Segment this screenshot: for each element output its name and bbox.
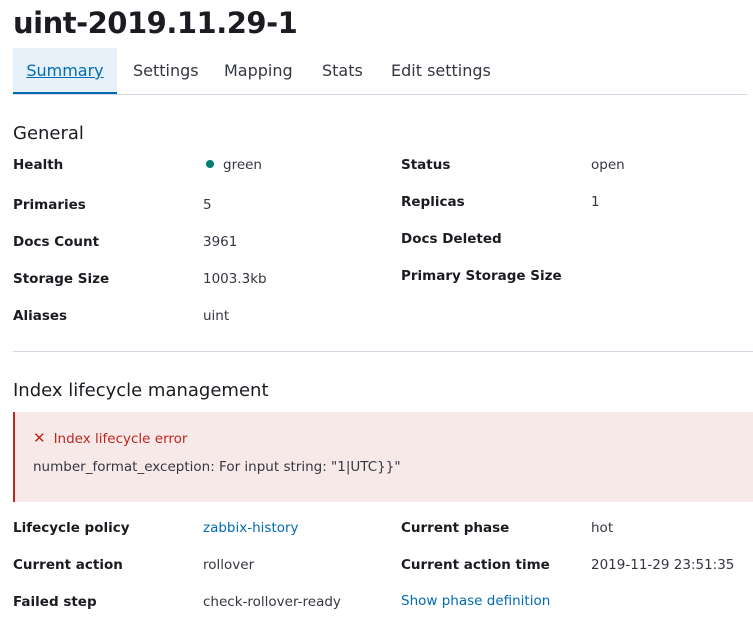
replicas-label: Replicas	[401, 194, 465, 210]
docs-count-value: 3961	[203, 234, 238, 250]
storage-size-label: Storage Size	[13, 271, 110, 287]
current-phase-label: Current phase	[401, 520, 510, 536]
failed-step-label: Failed step	[13, 594, 97, 610]
aliases-label: Aliases	[13, 308, 68, 324]
tab-stats[interactable]: Stats	[322, 48, 363, 94]
lifecycle-policy-link[interactable]: zabbix-history	[203, 520, 299, 536]
replicas-value: 1	[591, 194, 600, 210]
storage-size-value: 1003.3kb	[203, 271, 267, 287]
status-value: open	[591, 157, 625, 173]
failed-step-value: check-rollover-ready	[203, 594, 341, 610]
tab-settings[interactable]: Settings	[133, 48, 199, 94]
docs-count-label: Docs Count	[13, 234, 100, 250]
primary-storage-size-label: Primary Storage Size	[401, 268, 562, 284]
current-action-time-label: Current action time	[401, 557, 550, 573]
lifecycle-policy-label: Lifecycle policy	[13, 520, 130, 536]
primaries-value: 5	[203, 197, 212, 213]
current-phase-value: hot	[591, 520, 614, 536]
tab-summary[interactable]: Summary	[13, 48, 117, 94]
health-value-text: green	[223, 157, 262, 173]
tab-mapping[interactable]: Mapping	[224, 48, 293, 94]
tab-bar: Summary Settings Mapping Stats Edit sett…	[13, 48, 748, 95]
health-status-dot-icon	[206, 160, 214, 168]
general-section-title: General	[13, 123, 84, 144]
close-icon: ✕	[33, 429, 46, 447]
section-divider	[13, 351, 753, 352]
show-phase-definition-link[interactable]: Show phase definition	[401, 593, 550, 609]
ilm-error-title: ✕ Index lifecycle error	[33, 429, 187, 447]
health-label: Health	[13, 157, 64, 173]
ilm-error-message: number_format_exception: For input strin…	[33, 459, 401, 475]
status-label: Status	[401, 157, 451, 173]
health-value: green	[206, 157, 262, 173]
primaries-label: Primaries	[13, 197, 86, 213]
current-action-value: rollover	[203, 557, 255, 573]
ilm-section-title: Index lifecycle management	[13, 380, 269, 401]
current-action-label: Current action	[13, 557, 123, 573]
page-title: uint-2019.11.29-1	[13, 6, 298, 40]
aliases-value: uint	[203, 308, 230, 324]
current-action-time-value: 2019-11-29 23:51:35	[591, 557, 735, 573]
ilm-error-title-text: Index lifecycle error	[53, 431, 188, 447]
docs-deleted-label: Docs Deleted	[401, 231, 502, 247]
tab-edit-settings[interactable]: Edit settings	[391, 48, 491, 94]
ilm-error-callout: ✕ Index lifecycle error number_format_exc…	[13, 412, 753, 502]
